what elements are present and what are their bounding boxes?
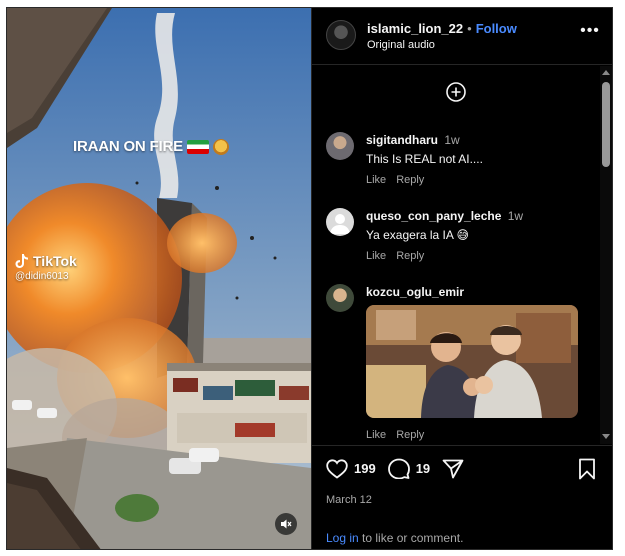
separator-dot: • — [467, 21, 472, 36]
more-options-icon: ••• — [580, 22, 600, 39]
comments-count[interactable]: 19 — [416, 461, 430, 476]
comment-item: sigitandharu 1w This Is REAL not AI.... … — [326, 132, 596, 192]
comment-item: kozcu_oglu_emir Like Reply — [326, 284, 596, 444]
share-send-icon[interactable] — [442, 459, 464, 479]
default-avatar-icon — [330, 214, 350, 234]
comment-item: queso_con_pany_leche 1w Ya exagera la IA… — [326, 208, 596, 268]
comment-text: Ya exagera la IA 😅 — [366, 228, 470, 242]
comment-bubble-icon[interactable] — [387, 458, 410, 479]
more-options-button[interactable]: ••• — [580, 23, 600, 42]
comment-like-button[interactable]: Like — [366, 250, 386, 262]
comment-reply-button[interactable]: Reply — [396, 250, 424, 262]
comment-avatar[interactable] — [326, 284, 354, 312]
login-prompt-text: to like or comment. — [358, 531, 464, 545]
likes-count[interactable]: 199 — [354, 461, 376, 476]
comment-time: 1w — [507, 209, 524, 223]
scroll-up-arrow-icon[interactable] — [602, 70, 610, 75]
tiktok-handle: @didin6013 — [15, 271, 69, 282]
author-line: islamic_lion_22 • Follow — [367, 21, 517, 36]
author-username[interactable]: islamic_lion_22 — [367, 21, 463, 36]
comments-list: sigitandharu 1w This Is REAL not AI.... … — [312, 66, 612, 444]
video-player[interactable]: IRAAN ON FIRE TikTok @didin6013 — [7, 8, 311, 549]
login-prompt: Log in to like or comment. — [326, 531, 463, 545]
iran-flag-icon — [186, 139, 209, 154]
scroll-down-arrow-icon[interactable] — [602, 434, 610, 439]
post-side-panel: islamic_lion_22 • Follow Original audio … — [311, 8, 612, 549]
comment-time: 1w — [444, 133, 460, 147]
add-circle-icon[interactable] — [445, 81, 467, 103]
lion-emoji-icon — [212, 138, 229, 155]
comment-gif-image[interactable] — [366, 305, 578, 418]
post-actions: 199 19 — [326, 458, 464, 479]
comment-like-button[interactable]: Like — [366, 429, 386, 441]
tiktok-brand-text: TikTok — [33, 253, 77, 269]
post-date[interactable]: March 12 — [326, 494, 372, 506]
post-footer: 199 19 March 12 Log in to like or commen… — [312, 445, 612, 549]
login-link[interactable]: Log in — [326, 531, 359, 545]
bookmark-icon[interactable] — [578, 458, 596, 480]
comment-username[interactable]: kozcu_oglu_emir — [366, 285, 464, 299]
comment-text: This Is REAL not AI.... — [366, 152, 483, 166]
mute-button[interactable] — [275, 513, 297, 535]
comment-reply-button[interactable]: Reply — [396, 174, 424, 186]
speaker-muted-icon — [281, 519, 292, 529]
video-caption-text: IRAAN ON FIRE — [73, 138, 183, 155]
comment-username[interactable]: sigitandharu — [366, 133, 438, 147]
tiktok-watermark: TikTok @didin6013 — [15, 253, 77, 282]
comment-avatar[interactable] — [326, 208, 354, 236]
audio-link[interactable]: Original audio — [367, 39, 435, 51]
tiktok-logo-icon — [15, 254, 28, 268]
post-header: islamic_lion_22 • Follow Original audio … — [312, 8, 612, 65]
comment-username[interactable]: queso_con_pany_leche — [366, 209, 501, 223]
comment-avatar[interactable] — [326, 132, 354, 160]
comment-like-button[interactable]: Like — [366, 174, 386, 186]
gif-frame — [366, 305, 578, 418]
author-avatar[interactable] — [326, 20, 356, 50]
post-dialog: IRAAN ON FIRE TikTok @didin6013 islamic_… — [6, 7, 613, 550]
video-caption-overlay: IRAAN ON FIRE — [73, 138, 229, 155]
heart-icon[interactable] — [326, 458, 348, 479]
comment-reply-button[interactable]: Reply — [396, 429, 424, 441]
follow-button[interactable]: Follow — [476, 21, 517, 36]
scrollbar-thumb[interactable] — [602, 82, 610, 167]
